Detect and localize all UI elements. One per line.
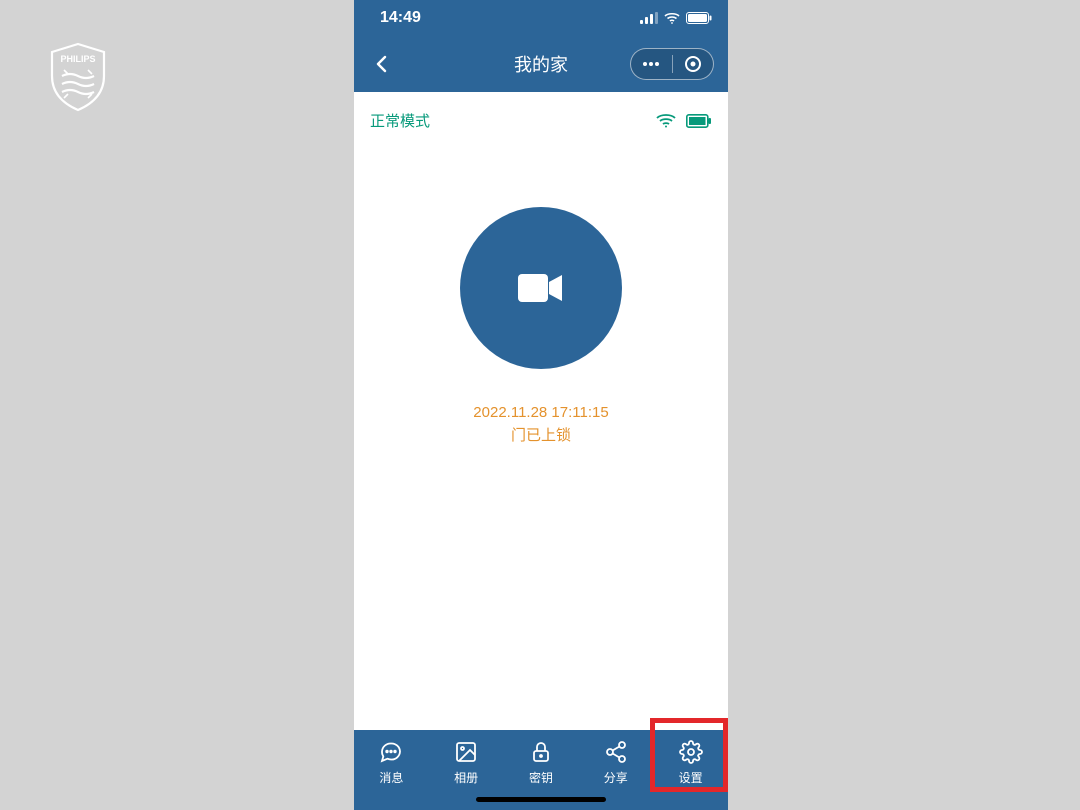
phone-frame: 14:49 <box>354 0 728 810</box>
wifi-status-icon <box>656 113 676 129</box>
tab-label: 分享 <box>604 769 628 786</box>
miniprogram-controls <box>630 48 714 80</box>
signal-icon <box>640 12 658 24</box>
lock-status-text: 门已上锁 <box>354 425 728 448</box>
mode-row: 正常模式 <box>354 92 728 131</box>
svg-text:PHILIPS: PHILIPS <box>60 54 95 64</box>
timestamp-text: 2022.11.28 17:11:15 <box>354 402 728 425</box>
mode-icons <box>656 113 712 129</box>
home-indicator <box>476 797 606 802</box>
status-block: 2022.11.28 17:11:15 门已上锁 <box>354 402 728 447</box>
tab-key[interactable]: 密钥 <box>511 740 571 786</box>
tab-label: 设置 <box>679 769 703 786</box>
battery-icon <box>686 12 712 24</box>
tab-label: 相册 <box>454 769 478 786</box>
tab-settings[interactable]: 设置 <box>661 740 721 786</box>
tab-bar: 消息 相册 密钥 分享 <box>354 730 728 810</box>
close-miniprogram-button[interactable] <box>673 55 714 73</box>
share-icon <box>604 740 628 764</box>
nav-bar: 我的家 <box>354 36 728 92</box>
status-bar: 14:49 <box>354 0 728 36</box>
album-icon <box>454 740 478 764</box>
content-area: 正常模式 2022.11. <box>354 92 728 730</box>
mode-label: 正常模式 <box>370 110 430 131</box>
tab-album[interactable]: 相册 <box>436 740 496 786</box>
page-title: 我的家 <box>514 51 568 77</box>
lock-icon <box>529 740 553 764</box>
philips-logo: PHILIPS <box>48 42 108 112</box>
gear-icon <box>679 740 703 764</box>
battery-status-icon <box>686 114 712 128</box>
tab-share[interactable]: 分享 <box>586 740 646 786</box>
wifi-icon <box>664 12 680 24</box>
video-button[interactable] <box>460 207 622 369</box>
message-icon <box>379 740 403 764</box>
more-button[interactable] <box>631 61 672 67</box>
tab-label: 消息 <box>379 769 403 786</box>
back-button[interactable] <box>370 52 394 76</box>
tab-messages[interactable]: 消息 <box>361 740 421 786</box>
tab-label: 密钥 <box>529 769 553 786</box>
status-right <box>640 12 712 24</box>
video-icon <box>516 270 566 306</box>
status-time: 14:49 <box>380 9 421 27</box>
